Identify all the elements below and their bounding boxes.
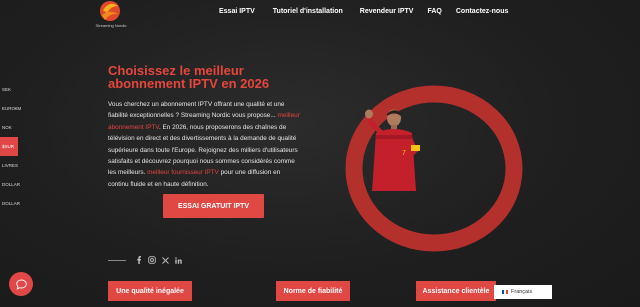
currency-sek[interactable]: SEK (0, 80, 18, 99)
currency-nok[interactable]: NOK (0, 118, 18, 137)
instagram-icon[interactable] (148, 256, 156, 264)
france-flag-icon (502, 290, 508, 294)
language-label: Français (511, 289, 533, 295)
currency-dollar[interactable]: DOLLAR (0, 175, 20, 194)
chat-button[interactable] (9, 272, 33, 296)
player-image: 7 (362, 105, 422, 196)
currency-livres[interactable]: LIVRES (0, 156, 18, 175)
x-icon[interactable] (161, 256, 169, 264)
nav-contact[interactable]: Contactez-nous (456, 8, 509, 15)
nav-faq[interactable]: FAQ (427, 8, 441, 15)
logo[interactable]: Streaming Nordic (94, 0, 128, 28)
currency-switcher: SEK EURO€M NOK $SUR LIVRES DOLLAR DOLLAR (0, 80, 21, 213)
link-meilleur-fournisseur[interactable]: meilleur fournisseur IPTV (147, 169, 219, 176)
social-links (108, 256, 187, 264)
hero-text-1: Vous cherchez un abonnement IPTV offrant… (108, 101, 285, 120)
free-trial-button[interactable]: ESSAI GRATUIT IPTV (163, 194, 264, 218)
logo-text: Streaming Nordic (95, 23, 127, 28)
linkedin-icon[interactable] (174, 256, 182, 264)
nav-essai-iptv[interactable]: Essai IPTV (219, 8, 255, 15)
currency-sur[interactable]: $SUR (0, 137, 18, 156)
currency-euro[interactable]: EURO€M (0, 99, 21, 118)
feature-quality: Une qualité inégalée (108, 281, 192, 301)
facebook-icon[interactable] (135, 256, 143, 264)
chat-bubble-icon (15, 279, 27, 290)
logo-icon (100, 1, 120, 21)
language-selector[interactable]: Français (494, 285, 552, 299)
main-nav: Essai IPTV Tutoriel d'installation Reven… (219, 8, 508, 15)
hero-title: Choisissez le meilleur abonnement IPTV e… (108, 63, 270, 91)
social-divider (108, 259, 126, 261)
svg-text:7: 7 (402, 150, 406, 157)
hero-paragraph: Vous cherchez un abonnement IPTV offrant… (108, 99, 300, 190)
feature-reliability: Norme de fiabilité (276, 281, 350, 301)
currency-dollar-2[interactable]: DOLLAR (0, 194, 20, 213)
nav-tutoriel[interactable]: Tutoriel d'installation (273, 8, 343, 15)
feature-support: Assistance clientèle (416, 281, 496, 301)
header: Streaming Nordic Essai IPTV Tutoriel d'i… (0, 0, 640, 32)
nav-revendeur[interactable]: Revendeur IPTV (360, 8, 414, 15)
